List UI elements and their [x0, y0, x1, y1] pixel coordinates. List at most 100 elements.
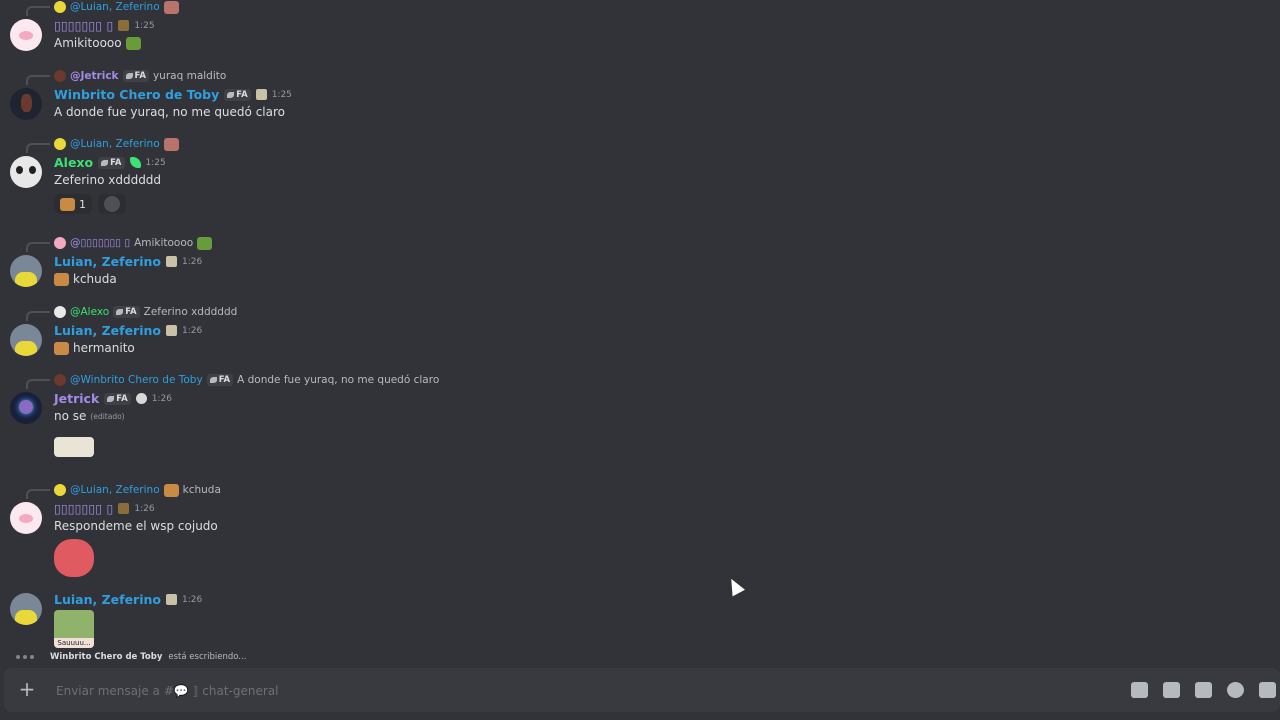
add-reaction-button[interactable]: [98, 194, 126, 214]
add-reaction-icon: [104, 196, 120, 212]
gif-icon[interactable]: [1163, 682, 1180, 698]
timestamp: 1:26: [134, 503, 155, 514]
reply-preview[interactable]: @▯▯▯▯▯▯▯ ▯ Amikitoooo: [26, 236, 213, 252]
message-input[interactable]: [54, 678, 958, 704]
reply-user[interactable]: @Luian, Zeferino: [70, 484, 160, 496]
timestamp: 1:26: [181, 325, 203, 336]
reply-preview[interactable]: @Winbrito Chero de Toby FA A donde fue y…: [26, 373, 440, 389]
timestamp: 1:26: [181, 594, 203, 605]
reply-text: Zeferino xdddddd: [143, 306, 238, 318]
reply-user[interactable]: @Luian, Zeferino: [70, 138, 160, 150]
message-content: no se (editado): [54, 409, 125, 423]
emoji-icon[interactable]: [1227, 682, 1244, 698]
role-icon: [129, 157, 141, 168]
reply-user[interactable]: @Alexo: [70, 306, 109, 318]
typing-user: Winbrito Chero de Toby: [50, 652, 163, 662]
role-icon: [165, 594, 177, 605]
message-composer: +: [4, 668, 1280, 712]
role-icon: [135, 393, 147, 404]
username[interactable]: Luian, Zeferino: [54, 592, 161, 607]
username[interactable]: ▯▯▯▯▯▯▯ ▯: [54, 18, 113, 33]
reply-user[interactable]: @Jetrick: [70, 70, 119, 82]
username[interactable]: Jetrick: [54, 391, 99, 406]
guild-tag[interactable]: FA: [104, 392, 131, 405]
timestamp: 1:25: [271, 89, 292, 100]
reply-avatar-icon: [54, 306, 66, 318]
timestamp: 1:26: [181, 256, 203, 267]
username[interactable]: ▯▯▯▯▯▯▯ ▯: [54, 501, 113, 516]
timestamp: 1:25: [134, 20, 155, 31]
reply-preview[interactable]: @Luian, Zeferino: [26, 0, 179, 16]
avatar[interactable]: [10, 88, 42, 120]
composer-tools: [1131, 682, 1276, 698]
cat-emoji-icon: [163, 483, 179, 497]
reply-avatar-icon: [54, 1, 66, 13]
reply-avatar-icon: [54, 484, 66, 496]
avatar[interactable]: [10, 324, 42, 356]
sticker-icon[interactable]: [1195, 682, 1212, 698]
reply-avatar-icon: [54, 70, 66, 82]
avatar[interactable]: [10, 19, 42, 51]
typing-indicator: Winbrito Chero de Toby está escribiendo.…: [16, 652, 246, 662]
message-content: hermanito: [54, 341, 135, 355]
reply-user[interactable]: @Luian, Zeferino: [70, 1, 160, 13]
typing-text: está escribiendo...: [168, 652, 247, 662]
gift-icon[interactable]: [1131, 682, 1148, 698]
emoji-icon: [125, 36, 141, 50]
reply-user[interactable]: @▯▯▯▯▯▯▯ ▯: [70, 237, 130, 249]
apps-icon[interactable]: [1259, 682, 1276, 698]
reactions: 1: [54, 194, 126, 214]
emoji-icon: [163, 137, 179, 151]
guild-tag: FA: [113, 306, 140, 318]
message-content: Amikitoooo: [54, 36, 141, 50]
role-icon: [118, 20, 130, 31]
username[interactable]: Luian, Zeferino: [54, 323, 161, 338]
dog-sticker[interactable]: [54, 539, 94, 577]
reply-user[interactable]: @Winbrito Chero de Toby: [70, 374, 203, 386]
message-content: Respondeme el wsp cojudo: [54, 519, 218, 533]
typing-dots-icon: [16, 655, 34, 659]
reply-avatar-icon: [54, 138, 66, 150]
role-icon: [165, 256, 177, 267]
cat-emoji-icon: [54, 341, 69, 355]
reply-preview[interactable]: @Alexo FA Zeferino xdddddd: [26, 305, 238, 321]
avatar[interactable]: [10, 255, 42, 287]
cat-emoji-icon: [54, 272, 69, 286]
guild-tag[interactable]: FA: [98, 156, 125, 169]
guild-tag: FA: [122, 70, 149, 82]
message-content: Zeferino xdddddd: [54, 173, 162, 187]
reply-preview[interactable]: @Luian, Zeferino: [26, 137, 179, 153]
avatar[interactable]: [10, 392, 42, 424]
cat-emoji-sticker[interactable]: [54, 437, 94, 457]
guild-tag[interactable]: FA: [224, 88, 251, 101]
role-icon: [118, 503, 130, 514]
reply-text: yuraq maldito: [152, 70, 227, 82]
emoji-icon: [197, 236, 213, 250]
reaction[interactable]: 1: [54, 194, 92, 214]
timestamp: 1:26: [151, 393, 172, 404]
reply-preview[interactable]: @Luian, Zeferino kchuda: [26, 483, 221, 499]
message-content: kchuda: [54, 272, 117, 286]
add-icon[interactable]: +: [16, 678, 38, 700]
sticker-caption: Sauuuu...: [54, 638, 94, 648]
message-content: A donde fue yuraq, no me quedó claro: [54, 105, 285, 119]
reply-avatar-icon: [54, 374, 66, 386]
message-list: @Luian, Zeferino ▯▯▯▯▯▯▯ ▯ 1:25 Amikitoo…: [0, 0, 1280, 668]
username[interactable]: Luian, Zeferino: [54, 254, 161, 269]
avatar[interactable]: [10, 156, 42, 188]
avatar[interactable]: [10, 593, 42, 625]
username[interactable]: Winbrito Chero de Toby: [54, 87, 219, 102]
avatar[interactable]: [10, 502, 42, 534]
meme-sticker[interactable]: Sauuuu...: [54, 610, 94, 648]
username[interactable]: Alexo: [54, 155, 93, 170]
reply-text: A donde fue yuraq, no me quedó claro: [237, 374, 440, 386]
timestamp: 1:25: [145, 157, 166, 168]
role-icon: [165, 325, 177, 336]
reply-text: kchuda: [182, 484, 221, 496]
edited-label: (editado): [90, 411, 125, 421]
reply-preview[interactable]: @Jetrick FA yuraq maldito: [26, 69, 227, 85]
emoji-icon: [163, 0, 179, 14]
guild-tag: FA: [206, 374, 234, 386]
role-icon: [255, 89, 267, 100]
reply-avatar-icon: [54, 237, 66, 249]
